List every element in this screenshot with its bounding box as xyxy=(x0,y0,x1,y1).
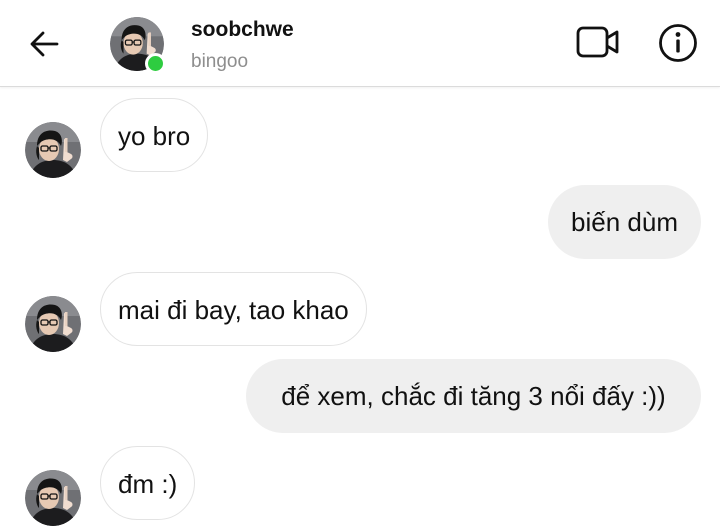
incoming-message-bubble[interactable]: đm :) xyxy=(100,446,196,520)
info-button[interactable] xyxy=(656,21,700,65)
contact-subtitle: bingoo xyxy=(191,51,249,72)
video-camera-icon xyxy=(576,26,619,58)
arrow-left-icon xyxy=(30,31,59,57)
contact-name[interactable]: soobchwe xyxy=(191,18,294,42)
chat-screen: soobchwe bingoo yo bro biến dùm mai đi b… xyxy=(0,0,720,526)
message-avatar[interactable] xyxy=(25,470,81,526)
incoming-message-bubble[interactable]: yo bro xyxy=(100,98,209,172)
outgoing-message-bubble[interactable]: biến dùm xyxy=(548,185,701,259)
message-avatar[interactable] xyxy=(25,296,81,352)
message-avatar[interactable] xyxy=(25,122,81,178)
info-icon xyxy=(659,24,697,62)
chat-header: soobchwe bingoo xyxy=(0,0,720,87)
video-call-button[interactable] xyxy=(574,22,622,62)
online-status-dot xyxy=(145,53,166,74)
incoming-message-bubble[interactable]: mai đi bay, tao khao xyxy=(100,272,367,346)
outgoing-message-bubble[interactable]: để xem, chắc đi tăng 3 nổi đấy :)) xyxy=(246,359,701,433)
back-button[interactable] xyxy=(22,24,66,64)
